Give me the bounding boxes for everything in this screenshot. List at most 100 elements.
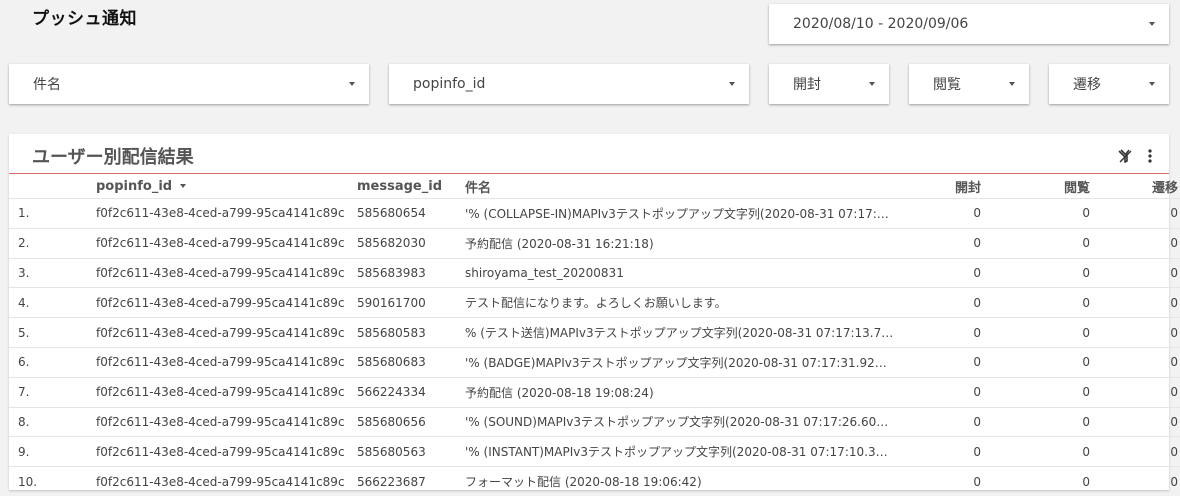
row-message-id: 585680563	[357, 436, 465, 467]
row-transition: 0	[1090, 466, 1180, 496]
row-view: 0	[981, 346, 1090, 378]
row-subject: shiroyama_test_20200831	[465, 257, 894, 288]
chevron-down-icon	[729, 82, 735, 86]
filter-subject-label: 件名	[33, 77, 61, 93]
column-header-open[interactable]: 開封	[894, 174, 981, 199]
row-index: 7.	[9, 376, 96, 408]
filter-transition[interactable]: 遷移	[1049, 64, 1169, 104]
row-open: 0	[894, 257, 981, 288]
row-message-id: 585680654	[357, 198, 465, 229]
column-header-view[interactable]: 閲覧	[981, 174, 1090, 199]
table-row[interactable]: 9. f0f2c611-43e8-4ced-a799-95ca4141c89c 58…	[9, 436, 1180, 467]
row-index: 6.	[9, 346, 96, 378]
row-view: 0	[981, 227, 1090, 259]
table-row[interactable]: 6. f0f2c611-43e8-4ced-a799-95ca4141c89c 58…	[9, 346, 1180, 378]
row-message-id: 566224334	[357, 376, 465, 408]
column-header-popinfo-id-label: popinfo_id	[96, 178, 173, 194]
row-view: 0	[981, 466, 1090, 496]
page-title: プッシュ通知	[32, 9, 137, 29]
row-popinfo-id: f0f2c611-43e8-4ced-a799-95ca4141c89c	[96, 227, 357, 259]
row-popinfo-id: f0f2c611-43e8-4ced-a799-95ca4141c89c	[96, 346, 357, 378]
row-open: 0	[894, 317, 981, 348]
row-transition: 0	[1090, 376, 1180, 408]
chevron-down-icon	[869, 82, 875, 86]
row-transition: 0	[1090, 198, 1180, 229]
row-view: 0	[981, 257, 1090, 288]
row-open: 0	[894, 346, 981, 378]
row-index: 9.	[9, 436, 96, 467]
column-header-subject[interactable]: 件名	[465, 174, 894, 199]
row-index: 4.	[9, 287, 96, 318]
panel-title: ユーザー別配信結果	[32, 147, 194, 168]
row-open: 0	[894, 227, 981, 259]
row-subject: 予約配信 (2020-08-31 16:21:18)	[465, 227, 894, 259]
filter-view[interactable]: 閲覧	[909, 64, 1029, 104]
date-range-picker[interactable]: 2020/08/10 - 2020/09/06	[769, 4, 1169, 44]
row-transition: 0	[1090, 257, 1180, 288]
panel-toolbar	[1117, 148, 1153, 164]
row-subject: '% (SOUND)MAPIv3テストポップアップ文字列(2020-08-31 …	[465, 406, 894, 437]
row-transition: 0	[1090, 317, 1180, 348]
table-row[interactable]: 1. f0f2c611-43e8-4ced-a799-95ca4141c89c 58…	[9, 198, 1180, 229]
row-subject: '% (BADGE)MAPIv3テストポップアップ文字列(2020-08-31 …	[465, 346, 894, 378]
table-row[interactable]: 3. f0f2c611-43e8-4ced-a799-95ca4141c89c 58…	[9, 257, 1180, 288]
row-open: 0	[894, 376, 981, 408]
filter-popinfo-id[interactable]: popinfo_id	[389, 64, 749, 104]
filter-open[interactable]: 開封	[769, 64, 889, 104]
row-subject: '% (COLLAPSE-IN)MAPIv3テストポップアップ文字列(2020-…	[465, 198, 894, 229]
chevron-down-icon	[349, 82, 355, 86]
column-header-transition[interactable]: 遷移	[1090, 174, 1180, 199]
filter-off-icon[interactable]	[1117, 148, 1133, 164]
row-open: 0	[894, 198, 981, 229]
row-popinfo-id: f0f2c611-43e8-4ced-a799-95ca4141c89c	[96, 406, 357, 437]
row-message-id: 585680583	[357, 317, 465, 348]
row-index: 10.	[9, 466, 96, 496]
table-row[interactable]: 7. f0f2c611-43e8-4ced-a799-95ca4141c89c 56…	[9, 376, 1180, 408]
table-row[interactable]: 2. f0f2c611-43e8-4ced-a799-95ca4141c89c 58…	[9, 227, 1180, 259]
row-popinfo-id: f0f2c611-43e8-4ced-a799-95ca4141c89c	[96, 287, 357, 318]
chevron-down-icon	[1149, 22, 1155, 26]
row-popinfo-id: f0f2c611-43e8-4ced-a799-95ca4141c89c	[96, 317, 357, 348]
row-open: 0	[894, 466, 981, 496]
table-row[interactable]: 4. f0f2c611-43e8-4ced-a799-95ca4141c89c 59…	[9, 287, 1180, 318]
row-message-id: 585683983	[357, 257, 465, 288]
column-header-index	[9, 174, 96, 199]
row-open: 0	[894, 287, 981, 318]
row-popinfo-id: f0f2c611-43e8-4ced-a799-95ca4141c89c	[96, 376, 357, 408]
table-row[interactable]: 10. f0f2c611-43e8-4ced-a799-95ca4141c89c 5…	[9, 466, 1180, 496]
row-message-id: 585682030	[357, 227, 465, 259]
row-open: 0	[894, 436, 981, 467]
row-transition: 0	[1090, 406, 1180, 437]
table-row[interactable]: 5. f0f2c611-43e8-4ced-a799-95ca4141c89c 58…	[9, 317, 1180, 348]
chevron-down-icon	[1149, 82, 1155, 86]
row-view: 0	[981, 287, 1090, 318]
results-panel: ユーザー別配信結果 popinfo_id message_id 件名 開封 閲覧…	[9, 134, 1180, 496]
row-popinfo-id: f0f2c611-43e8-4ced-a799-95ca4141c89c	[96, 436, 357, 467]
row-transition: 0	[1090, 346, 1180, 378]
column-header-popinfo-id[interactable]: popinfo_id	[96, 174, 357, 199]
filter-transition-label: 遷移	[1073, 77, 1101, 93]
row-index: 5.	[9, 317, 96, 348]
more-vert-icon[interactable]	[1147, 148, 1153, 164]
row-message-id: 566223687	[357, 466, 465, 496]
row-transition: 0	[1090, 227, 1180, 259]
row-index: 8.	[9, 406, 96, 437]
date-range-value: 2020/08/10 - 2020/09/06	[793, 16, 969, 32]
row-subject: テスト配信になります。よろしくお願いします。	[465, 287, 894, 318]
row-index: 2.	[9, 227, 96, 259]
row-view: 0	[981, 317, 1090, 348]
table-row[interactable]: 8. f0f2c611-43e8-4ced-a799-95ca4141c89c 58…	[9, 406, 1180, 437]
table-header-row: popinfo_id message_id 件名 開封 閲覧 遷移	[9, 174, 1180, 199]
filter-subject[interactable]: 件名	[9, 64, 369, 104]
row-index: 3.	[9, 257, 96, 288]
row-view: 0	[981, 376, 1090, 408]
sort-desc-icon	[180, 184, 187, 188]
row-transition: 0	[1090, 287, 1180, 318]
row-subject: '% (INSTANT)MAPIv3テストポップアップ文字列(2020-08-3…	[465, 436, 894, 467]
row-transition: 0	[1090, 436, 1180, 467]
row-view: 0	[981, 406, 1090, 437]
chevron-down-icon	[1009, 82, 1015, 86]
column-header-message-id[interactable]: message_id	[357, 174, 465, 199]
row-subject: フォーマット配信 (2020-08-18 19:06:42)	[465, 466, 894, 496]
row-view: 0	[981, 198, 1090, 229]
